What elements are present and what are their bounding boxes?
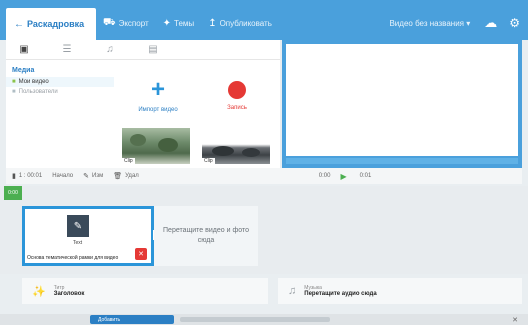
close-icon[interactable]: ✕ [512, 316, 518, 324]
edit-label: Изм [92, 173, 104, 179]
aspect-label: 1 : 00:01 [18, 173, 43, 179]
folder-icon: ■ [12, 79, 16, 85]
media-panel: ▣ ☰ ♫ ▤ Медиа ■ Мои видео ■ Пользователи… [6, 40, 280, 168]
time-end-label: 0:01 [359, 173, 372, 179]
car-icon: ⛟ [103, 16, 116, 28]
media-thumbnail[interactable]: Clip [122, 128, 190, 164]
audio-track-big: Перетащите аудио сюда [304, 291, 377, 297]
thumbnail-detail [242, 148, 260, 157]
media-title: Медиа [12, 67, 35, 74]
media-link-label: Мои видео [18, 79, 49, 85]
publish-button-label: Опубликовать [219, 18, 272, 28]
audio-track-text: Музыка Перетащите аудио сюда [304, 285, 376, 297]
aspect-icon: ▮ [12, 173, 16, 180]
film-icon[interactable]: ▣ [14, 43, 34, 57]
title-track-text: Титр Заголовок [54, 285, 85, 297]
top-toolbar: ← Раскадровка ⛟ Экспорт ✦ Темы ↥ Опублик… [0, 0, 528, 40]
start-control[interactable]: Начало [52, 173, 73, 179]
music-icon: ♫ [288, 285, 297, 297]
timeline-clip[interactable]: ✎ Text Основа тематической рамки для вид… [22, 206, 157, 266]
storyboard-tab[interactable]: ← Раскадровка [6, 8, 96, 40]
thumbnail-caption: Clip [122, 158, 135, 164]
record-icon [228, 81, 246, 99]
export-button[interactable]: ⛟ Экспорт [96, 8, 156, 38]
clip-body: ✎ Text Основа тематической рамки для вид… [25, 209, 151, 263]
media-nav: Медиа ■ Мои видео ■ Пользователи [6, 64, 114, 97]
storyboard-tab-label: Раскадровка [27, 19, 85, 29]
cloud-icon[interactable]: ☁ [484, 15, 497, 31]
magic-icon: ✦ [162, 17, 172, 29]
trash-icon: 🗑 [113, 173, 123, 180]
trash-icon[interactable]: ✕ [135, 248, 147, 260]
media-tabs: ▣ ☰ ♫ ▤ [6, 40, 280, 60]
play-icon: ▶ [340, 171, 347, 181]
thumbnail-detail [130, 134, 146, 146]
thumbnail-detail [158, 138, 178, 152]
edit-icon: ✎ [83, 173, 89, 180]
themes-button-label: Темы [174, 18, 195, 28]
music-icon[interactable]: ♫ [100, 43, 120, 57]
import-video-button[interactable]: + Импорт видео [122, 68, 194, 124]
book-icon[interactable]: ☰ [57, 43, 77, 57]
time-start: 0:00 [319, 173, 331, 179]
export-button-label: Экспорт [118, 18, 149, 28]
start-label: Начало [52, 173, 74, 179]
play-button[interactable]: ▶ [340, 172, 349, 181]
upload-icon: ↥ [208, 17, 217, 29]
add-chip[interactable]: Добавить [90, 315, 174, 324]
time-end: 0:01 [360, 173, 372, 179]
preview-progress-strip[interactable] [286, 158, 518, 164]
delete-control[interactable]: 🗑 Удал [113, 172, 139, 180]
arrow-left-icon: ← [14, 18, 24, 30]
aspect-control[interactable]: ▮ 1 : 00:01 [12, 172, 42, 180]
delete-label: Удал [125, 173, 139, 179]
gear-icon[interactable]: ⚙ [509, 16, 520, 30]
plus-icon: + [150, 76, 165, 103]
edit-control[interactable]: ✎ Изм [83, 172, 103, 180]
media-link-my-videos[interactable]: ■ Мои видео [6, 77, 114, 87]
text-icon[interactable]: ▤ [143, 43, 163, 57]
time-start-label: 0:00 [318, 173, 331, 179]
audio-track[interactable]: ♫ Музыка Перетащите аудио сюда [278, 278, 522, 304]
media-link-users[interactable]: ■ Пользователи [6, 87, 114, 97]
media-link-label: Пользователи [18, 89, 58, 95]
controls-bar: ▮ 1 : 00:01 Начало ✎ Изм 🗑 Удал 0:00 ▶ 0… [6, 168, 522, 184]
folder-icon: ■ [12, 89, 16, 95]
thumbnail-caption: Clip [202, 158, 215, 164]
publish-button[interactable]: ↥ Опубликовать [201, 8, 279, 38]
video-preview [282, 40, 522, 168]
title-track[interactable]: ✨ Титр Заголовок [22, 278, 268, 304]
wand-icon: ✨ [32, 285, 46, 298]
media-thumbnail[interactable]: Clip [202, 128, 270, 164]
record-button[interactable]: Запись [202, 68, 272, 124]
video-editor-app: ← Раскадровка ⛟ Экспорт ✦ Темы ↥ Опублик… [0, 0, 528, 325]
video-title-select[interactable]: Видео без названия ▾ [389, 19, 470, 28]
import-video-label: Импорт видео [138, 107, 178, 113]
record-label: Запись [227, 105, 247, 111]
title-track-big: Заголовок [53, 291, 85, 297]
preview-canvas[interactable] [286, 44, 518, 156]
thumbnail-detail [212, 146, 234, 156]
clip-sublabel: Text [73, 240, 83, 246]
add-chip-label: Добавить [98, 316, 121, 323]
themes-button[interactable]: ✦ Темы [156, 8, 202, 38]
status-progress [180, 317, 330, 322]
timeline-marker[interactable]: 0:00 [4, 186, 22, 200]
toolbar-right: Видео без названия ▾ ☁ ⚙ [389, 8, 520, 38]
drop-zone[interactable]: Перетащите видео и фото сюда [154, 206, 258, 266]
status-bar: Добавить ✕ [0, 314, 528, 325]
timeline: 0:00 ✎ Text Основа тематической рамки дл… [0, 186, 528, 274]
clip-name: Основа тематической рамки для видео [27, 255, 119, 261]
pen-icon: ✎ [67, 215, 89, 237]
